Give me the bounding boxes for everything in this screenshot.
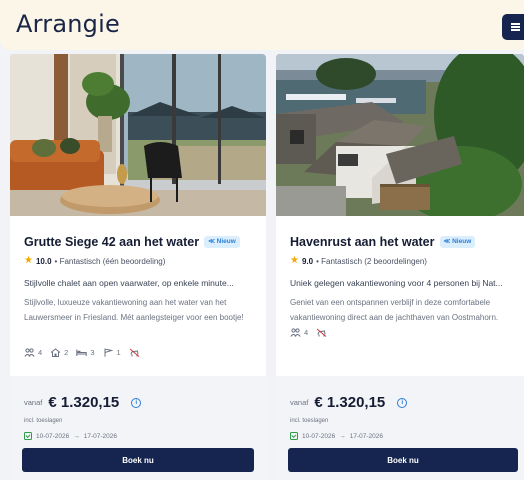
accommodation-photo[interactable] [10,54,266,216]
rating-score: 9.0 [301,256,314,266]
amenity-pets [129,348,140,357]
living-room-photo [10,54,266,216]
date-from: 10-07-2026 [302,432,336,440]
date-to: 17-07-2026 [349,432,383,440]
no-pets-icon [316,328,327,337]
price: € 1.320,15 [314,394,386,411]
amenity-flag: 1 [103,348,121,357]
price-section: vanaf € 1.320,15 i incl. toeslagen 10-07… [276,376,524,480]
amenity-value: 2 [64,348,69,357]
description: Stijlvolle, luxueuze vakantiewoning aan … [24,298,244,322]
date-from: 10-07-2026 [36,432,70,440]
new-badge: ≪ Nieuw [204,236,240,248]
price-row: vanaf € 1.320,15 i [24,394,142,411]
people-icon [24,348,35,357]
menu-button[interactable] [502,14,524,40]
accommodation-title[interactable]: Grutte Siege 42 aan het water [24,235,199,249]
amenity-pets [316,328,327,337]
arrow-right-icon: → [339,432,346,440]
new-badge: ≪ Nieuw [439,236,476,248]
rating-row: ★ 9.0 • Fantastisch (2 beoordelingen) [290,256,427,266]
price-prefix: vanaf [290,398,309,407]
book-now-button[interactable]: Boek nu [288,448,518,472]
info-icon[interactable]: i [397,397,408,408]
amenity-persons: 4 [24,348,42,357]
accommodation-photo[interactable] [276,54,524,216]
amenity-value: 1 [116,348,121,357]
amenity-value: 3 [90,348,95,357]
people-icon [290,328,301,337]
description: Geniet van een ontspannen verblijf in de… [290,298,499,322]
amenities-row: 4 [290,328,327,337]
price-prefix: vanaf [24,398,43,407]
amenity-beds: 3 [76,348,95,357]
star-icon: ★ [290,255,299,266]
calendar-check-icon [290,432,298,440]
price: € 1.320,15 [48,394,120,411]
amenity-value: 4 [304,328,309,337]
price-note: incl. toeslagen [24,418,63,424]
amenity-value: 4 [38,348,43,357]
info-icon[interactable]: i [131,397,142,408]
house-icon [50,348,61,357]
price-row: vanaf € 1.320,15 i [290,394,408,411]
price-section: vanaf € 1.320,15 i incl. toeslagen 10-07… [10,376,266,480]
menu-icon-bar [511,26,520,28]
date-range: 10-07-2026 → 17-07-2026 [290,432,383,440]
amenity-bedrooms: 2 [50,348,68,357]
amenity-persons: 4 [290,328,308,337]
no-pets-icon [129,348,140,357]
date-range: 10-07-2026 → 17-07-2026 [24,432,117,440]
site-header: Arrangie [0,0,524,50]
price-note: incl. toeslagen [290,418,329,424]
card-body: Havenrust aan het water ≪ Nieuw ★ 9.0 • … [276,216,524,376]
title-row: Havenrust aan het water ≪ Nieuw [290,234,518,250]
tagline: Uniek gelegen vakantiewoning voor 4 pers… [290,278,503,288]
date-to: 17-07-2026 [83,432,117,440]
arrangie-logo[interactable]: Arrangie [16,10,120,38]
menu-icon-bar [511,29,520,31]
calendar-check-icon [24,432,32,440]
card-body: Grutte Siege 42 aan het water ≪ Nieuw ★ … [10,216,266,376]
menu-icon-bar [511,23,520,25]
accommodation-card[interactable]: Grutte Siege 42 aan het water ≪ Nieuw ★ … [10,54,266,480]
bed-icon [76,348,88,357]
rating-score: 10.0 [35,256,52,266]
arrow-right-icon: → [73,432,80,440]
holiday-house-photo [276,54,524,216]
amenities-row: 4 2 3 1 [24,348,140,357]
flag-icon [103,348,114,357]
accommodation-title[interactable]: Havenrust aan het water [290,235,435,249]
tagline: Stijlvolle chalet aan open vaarwater, op… [24,278,234,288]
rating-text: • Fantastisch (2 beoordelingen) [316,256,427,266]
rating-row: ★ 10.0 • Fantastisch (één beoordeling) [24,256,165,266]
book-now-button[interactable]: Boek nu [22,448,254,472]
rating-text: • Fantastisch (één beoordeling) [54,256,166,266]
title-row: Grutte Siege 42 aan het water ≪ Nieuw [24,234,260,250]
star-icon: ★ [24,255,33,266]
accommodation-card[interactable]: Havenrust aan het water ≪ Nieuw ★ 9.0 • … [276,54,524,480]
